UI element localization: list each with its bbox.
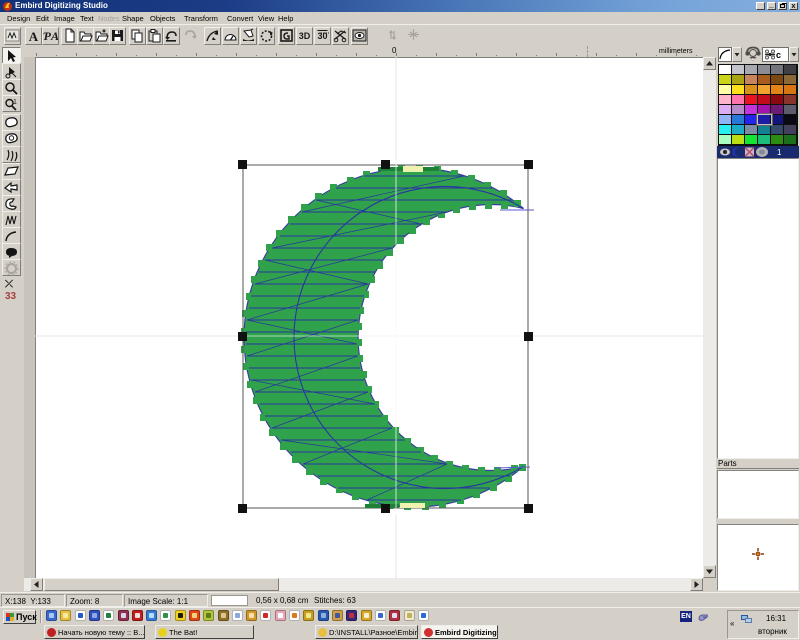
- svg-text:c: c: [776, 50, 781, 60]
- svg-text:1: 1: [13, 99, 17, 106]
- svg-text:1: 1: [777, 148, 782, 157]
